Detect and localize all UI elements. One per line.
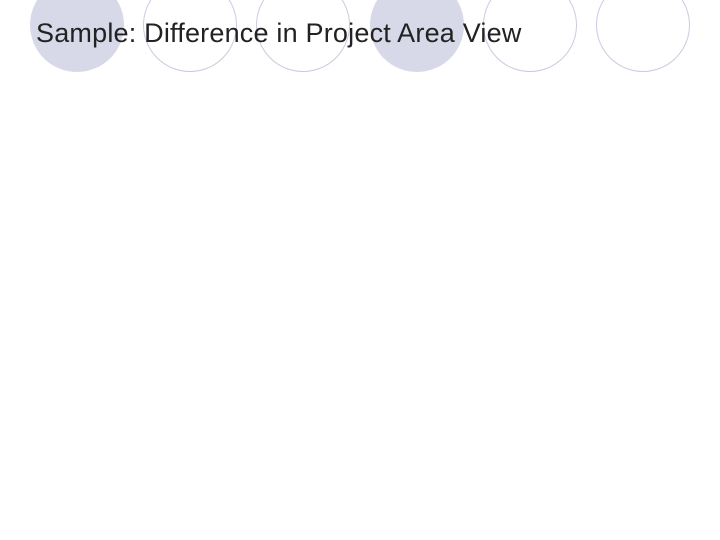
decorative-circle-icon bbox=[596, 0, 690, 72]
slide-title: Sample: Difference in Project Area View bbox=[36, 18, 522, 49]
